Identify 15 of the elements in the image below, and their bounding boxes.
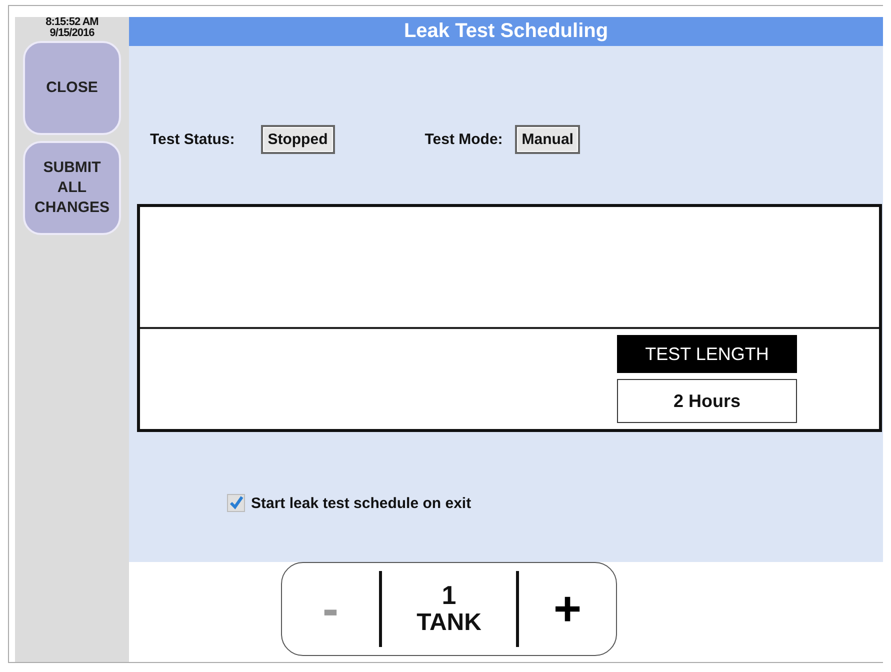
status-label: Test Mode: <box>424 130 503 148</box>
sidebar-button[interactable]: SUBMIT ALL CHANGES <box>23 141 121 235</box>
test-length-label: TEST LENGTH <box>617 335 797 373</box>
tank-count: 1 <box>442 581 456 609</box>
sidebar-button[interactable]: CLOSE <box>23 41 121 135</box>
tank-unit: TANK <box>416 609 482 637</box>
checkbox[interactable] <box>227 494 245 512</box>
clock-text: 8:15:52 AM 9/15/2016 <box>46 17 98 39</box>
header-title: Leak Test Scheduling <box>404 20 608 43</box>
status-label: Test Status: <box>150 130 235 148</box>
status-value: Manual <box>514 124 580 154</box>
plus-button[interactable]: + <box>519 574 616 644</box>
status-value: Stopped <box>260 124 335 154</box>
checkbox-label: Start leak test schedule on exit <box>251 494 472 512</box>
test-length-field[interactable]: 2 Hours <box>617 379 797 423</box>
